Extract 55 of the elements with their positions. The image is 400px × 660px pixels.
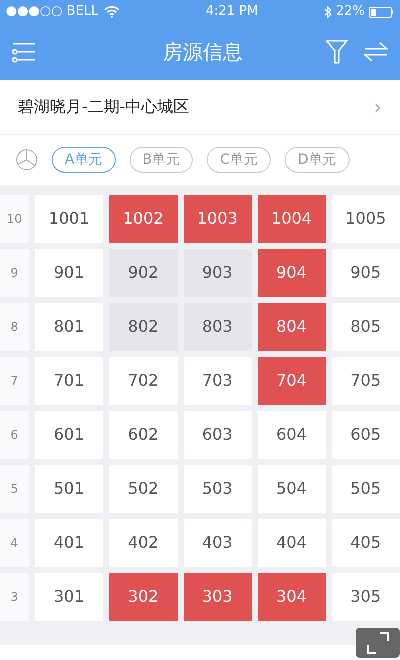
room-cell[interactable]: 403 [184,519,252,567]
floor-label: 4 [0,519,30,567]
room-cell[interactable]: 1003 [184,195,252,243]
room-cell[interactable]: 903 [184,249,252,297]
floor-label: 3 [0,573,30,621]
room-cell[interactable]: 401 [35,519,104,567]
room-cell[interactable]: 501 [35,465,104,513]
room-cell[interactable]: 1001 [35,195,104,243]
room-cell[interactable]: 505 [332,465,400,513]
floor-label: 9 [0,249,30,297]
room-cell[interactable]: 504 [258,465,326,513]
room-cell[interactable]: 705 [332,357,400,405]
room-cell[interactable]: 702 [109,357,178,405]
carrier-label: ●●●○○ BELL [6,3,98,22]
room-cell[interactable]: 803 [184,303,252,351]
room-cell[interactable]: 603 [184,411,252,459]
room-cell[interactable]: 1005 [332,195,400,243]
room-cell[interactable]: 605 [332,411,400,459]
room-cell[interactable]: 902 [109,249,178,297]
room-cell[interactable]: 502 [109,465,178,513]
floor-label: 7 [0,357,30,405]
battery-percent: 22% [336,3,365,22]
room-cell[interactable]: 402 [109,519,178,567]
room-cell[interactable]: 301 [35,573,104,621]
room-cell[interactable]: 503 [184,465,252,513]
floor-label: 10 [0,195,30,243]
room-cell[interactable]: 703 [184,357,252,405]
room-cell[interactable]: 802 [109,303,178,351]
floor-label: 5 [0,465,30,513]
floor-label: 6 [0,411,30,459]
floor-label: 8 [0,303,30,351]
room-cell[interactable]: 1002 [109,195,178,243]
room-cell[interactable]: 302 [109,573,178,621]
room-cell[interactable]: 404 [258,519,326,567]
room-cell[interactable]: 701 [35,357,104,405]
room-cell[interactable]: 901 [35,249,104,297]
chevron: › [374,94,382,121]
room-cell[interactable]: 1004 [258,195,326,243]
project-row[interactable]: 碧湖晓月-二期-中心城区 › [0,80,400,135]
room-cell[interactable]: 805 [332,303,400,351]
room-cell[interactable]: 305 [332,573,400,621]
room-cell[interactable]: 905 [332,249,400,297]
room-cell[interactable]: 405 [332,519,400,567]
room-cell[interactable]: 904 [258,249,326,297]
room-cell[interactable]: 304 [258,573,326,621]
room-cell[interactable]: 804 [258,303,326,351]
room-cell[interactable]: 704 [258,357,326,405]
project-name: 碧湖晓月-二期-中心城区 [18,96,190,118]
page-title: 房源信息 [163,39,243,66]
room-cell[interactable]: 801 [35,303,104,351]
room-cell[interactable]: 303 [184,573,252,621]
room-cell[interactable]: 601 [35,411,104,459]
room-cell[interactable]: 602 [109,411,178,459]
room-cell[interactable]: 604 [258,411,326,459]
clock-time: 4:21 PM [206,3,258,22]
